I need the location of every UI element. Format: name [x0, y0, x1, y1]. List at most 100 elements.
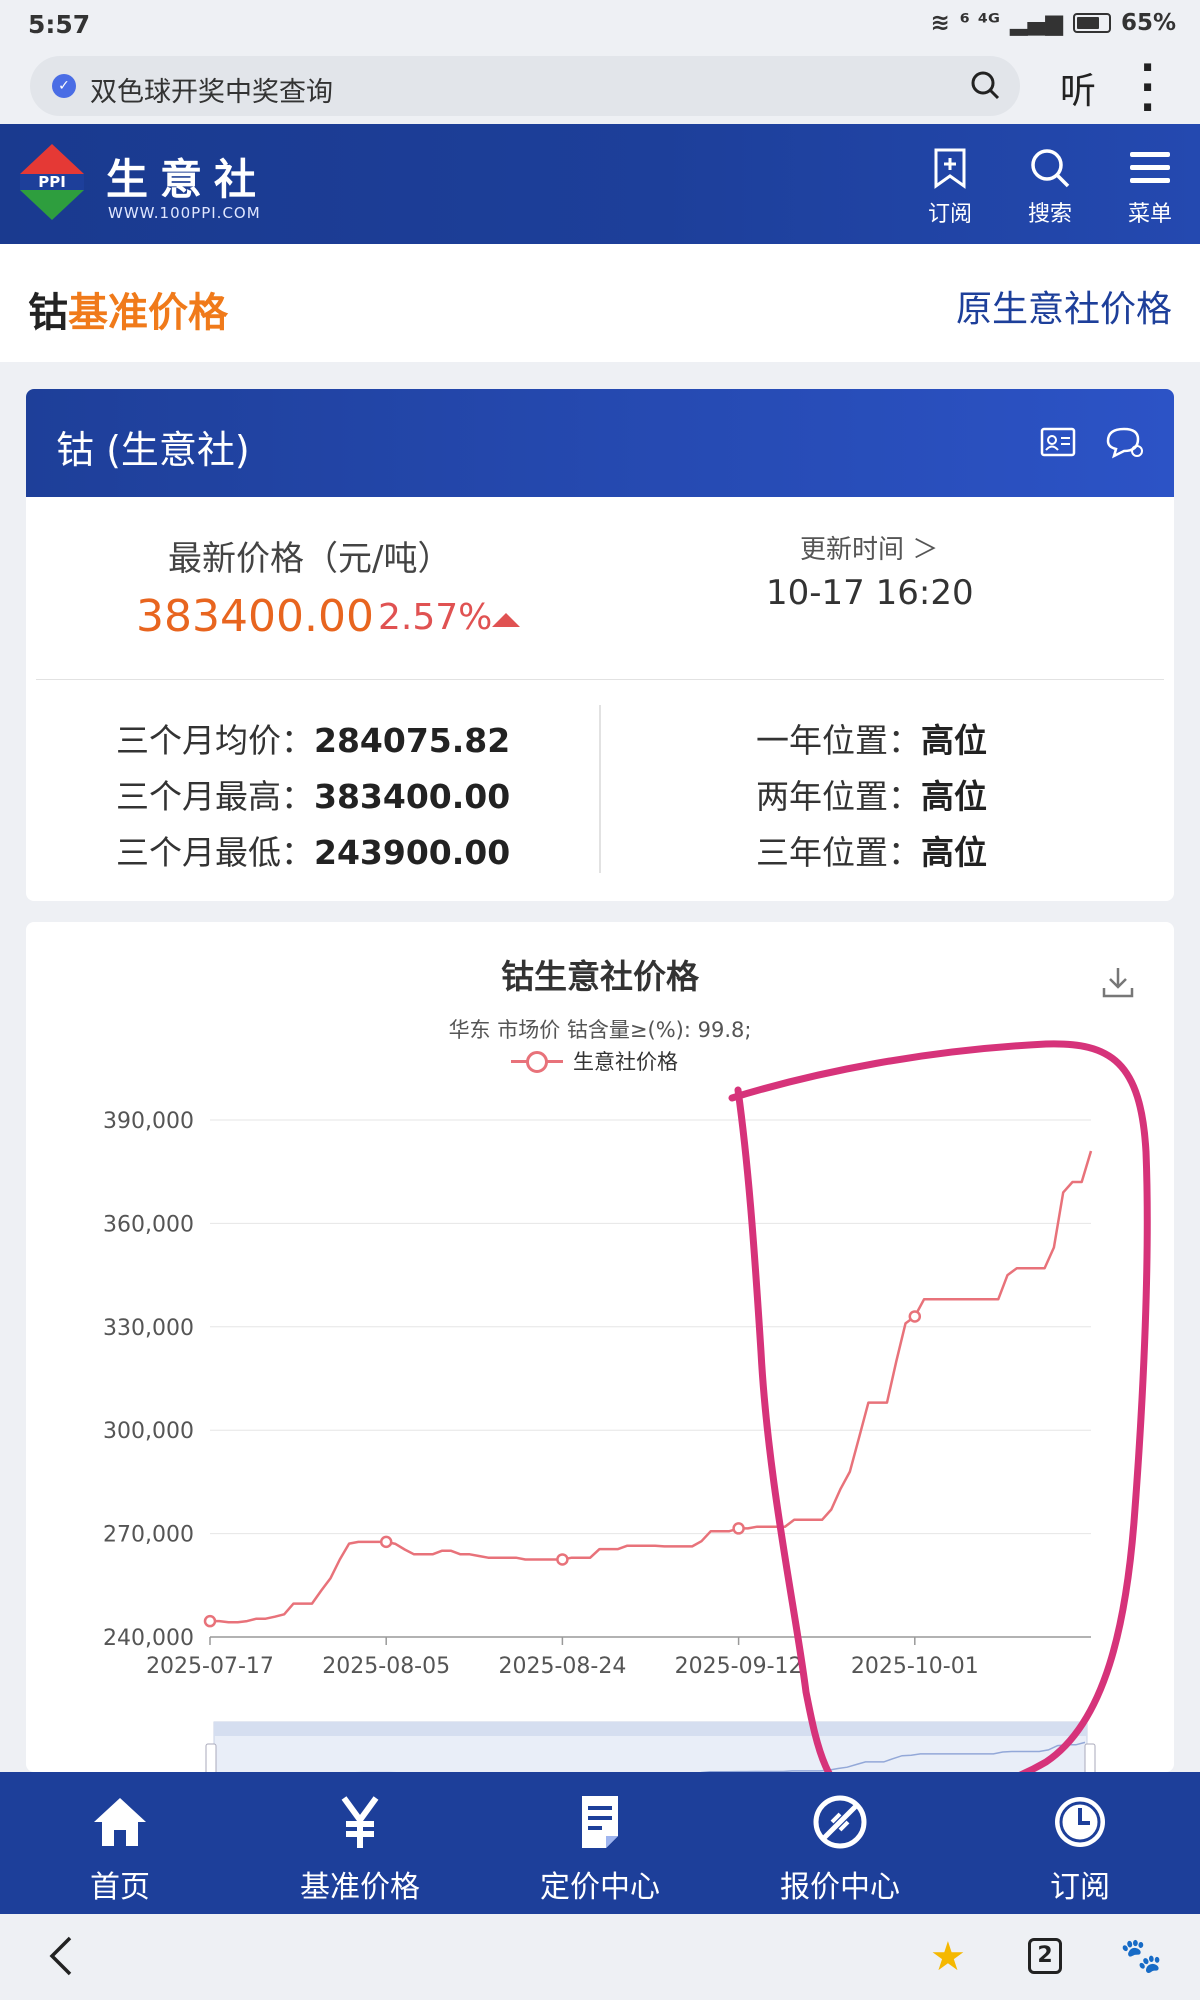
tab-home[interactable]: 首页 — [0, 1772, 240, 1914]
x-tick-label: 2025-10-01 — [851, 1654, 979, 1679]
tab-benchmark-price[interactable]: 基准价格 — [240, 1772, 480, 1914]
divider — [599, 705, 601, 873]
chart-card: 240,000 270,000 300,000 330,000 360,000 390,0… — [26, 922, 1174, 1772]
stat-3y-position: 三年位置：高位 — [756, 826, 987, 874]
legend-label: 生意社价格 — [573, 1050, 678, 1074]
logo-icon[interactable]: PPI — [20, 144, 84, 220]
clock-icon — [1055, 1797, 1105, 1847]
nav-menu[interactable]: 菜单 — [1110, 146, 1190, 228]
home-icon — [94, 1798, 146, 1846]
zoom-handle-left — [205, 1743, 217, 1772]
tab-pricing-center[interactable]: 定价中心 — [480, 1772, 720, 1914]
nav-label: 菜单 — [1127, 202, 1172, 227]
stat-value: 高位 — [921, 721, 987, 760]
chat-icon[interactable] — [1104, 425, 1144, 459]
up-arrow-icon — [492, 613, 520, 627]
search-query[interactable]: 双色球开奖中奖查询 — [90, 70, 333, 109]
original-price-link[interactable]: 原生意社价格 — [956, 280, 1172, 332]
data-point — [556, 1553, 569, 1566]
chart-legend[interactable]: 生意社价格 — [511, 1046, 678, 1076]
document-icon — [582, 1796, 618, 1848]
tab-label: 基准价格 — [300, 1870, 420, 1905]
price-card: 钴 (生意社) 最新价格（元/吨） 383400.00 2.57% 更新时间 ＞… — [26, 389, 1174, 901]
quote-icon — [813, 1795, 867, 1849]
data-point — [732, 1522, 745, 1535]
latest-price-label: 最新价格（元/吨） — [168, 539, 452, 579]
tab-count-button[interactable]: 2 — [1028, 1938, 1062, 1974]
nav-search[interactable]: 搜索 — [1010, 146, 1090, 228]
data-point — [203, 1614, 217, 1628]
stat-1y-position: 一年位置：高位 — [756, 714, 987, 762]
stat-value: 284075.82 — [314, 721, 511, 760]
stat-3m-avg: 三个月均价：284075.82 — [116, 714, 510, 762]
nav-subscribe[interactable]: 订阅 — [910, 146, 990, 228]
data-point — [908, 1310, 922, 1323]
x-tick-label: 2025-07-17 — [146, 1654, 274, 1679]
stat-label: 一年位置： — [756, 721, 921, 760]
paw-icon[interactable]: 🐾 — [1120, 1936, 1162, 1976]
id-card-icon[interactable] — [1040, 427, 1076, 457]
page-title: 钴基准价格 — [28, 280, 228, 338]
logo-text: PPI — [38, 173, 66, 191]
stat-3m-low: 三个月最低：243900.00 — [116, 826, 510, 874]
y-tick-label: 360,000 — [103, 1212, 194, 1237]
download-icon[interactable] — [1100, 964, 1136, 1000]
stat-value: 高位 — [921, 777, 987, 816]
tab-label: 首页 — [90, 1870, 150, 1905]
update-time-link[interactable]: 更新时间 ＞ — [800, 529, 938, 566]
address-bar[interactable]: ✓ 双色球开奖中奖查询 — [30, 56, 1020, 116]
listen-button[interactable]: 听 — [1060, 62, 1096, 114]
chart-subtitle: 华东 市场价 钴含量≥(%): 99.8; — [448, 1018, 752, 1042]
x-tick-label: 2025-08-24 — [498, 1654, 626, 1679]
y-tick-label: 390,000 — [103, 1109, 194, 1134]
search-icon[interactable] — [970, 70, 1000, 100]
card-header: 钴 (生意社) — [26, 389, 1174, 497]
y-tick-label: 330,000 — [103, 1316, 194, 1341]
stat-value: 高位 — [921, 833, 987, 872]
latest-price: 383400.00 — [136, 591, 374, 642]
menu-icon — [1130, 152, 1170, 183]
more-menu-icon[interactable]: · · · — [1140, 48, 1155, 128]
y-tick-label: 270,000 — [103, 1523, 194, 1548]
stat-value: 383400.00 — [314, 777, 511, 816]
commodity-name: 钴 — [28, 290, 68, 336]
yen-icon — [341, 1796, 379, 1848]
price-change: 2.57% — [378, 597, 493, 638]
stat-label: 三年位置： — [756, 833, 921, 872]
stat-value: 243900.00 — [314, 833, 511, 872]
title-suffix: 基准价格 — [68, 290, 228, 336]
y-tick-label: 300,000 — [103, 1419, 194, 1444]
x-tick-label: 2025-09-12 — [675, 1654, 803, 1679]
clock: 5:57 — [28, 10, 91, 39]
update-time: 10-17 16:20 — [766, 573, 974, 613]
battery-icon — [1072, 13, 1111, 33]
stat-label: 三个月均价： — [116, 721, 314, 760]
tab-label: 报价中心 — [780, 1870, 900, 1905]
stat-2y-position: 两年位置：高位 — [756, 770, 987, 818]
wifi-icon: ≋ — [930, 10, 950, 36]
page-title-row: 钴基准价格 原生意社价格 — [0, 244, 1200, 362]
shield-icon: ✓ — [52, 74, 76, 98]
x-tick-label: 2025-08-05 — [322, 1654, 450, 1679]
brand-name[interactable]: 生意社 — [106, 146, 268, 207]
data-point — [379, 1535, 393, 1549]
card-title: 钴 (生意社) — [56, 428, 250, 472]
tab-quote-center[interactable]: 报价中心 — [720, 1772, 960, 1914]
stat-label: 三个月最高： — [116, 777, 314, 816]
tab-label: 定价中心 — [540, 1870, 660, 1905]
bottom-tab-bar: 首页 基准价格 定价中心 报价中心 订阅 — [0, 1772, 1200, 1914]
zoom-slider-handle-bar — [214, 1722, 1087, 1736]
nav-label: 搜索 — [1027, 202, 1072, 227]
nav-label: 订阅 — [927, 202, 972, 227]
stat-3m-high: 三个月最高：383400.00 — [116, 770, 510, 818]
battery-level: 65% — [1120, 10, 1176, 36]
favorite-star-icon[interactable]: ★ — [930, 1934, 966, 1980]
divider — [36, 679, 1164, 680]
series-line — [210, 1150, 1093, 1624]
tab-subscribe[interactable]: 订阅 — [960, 1772, 1200, 1914]
brand-url: WWW.100PPI.COM — [108, 204, 261, 222]
network-indicator: ⁶ ⁴ᴳ — [959, 10, 1000, 36]
back-icon[interactable] — [46, 1934, 76, 1978]
browser-toolbar: ✓ 双色球开奖中奖查询 听 · · · — [0, 48, 1200, 128]
legend-marker-icon — [511, 1049, 563, 1073]
